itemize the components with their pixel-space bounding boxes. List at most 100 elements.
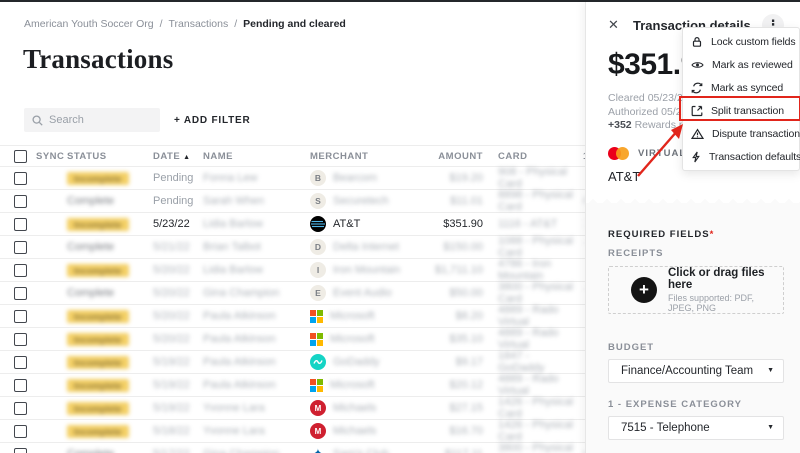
field-select-budget[interactable]: Finance/Accounting Team▼ bbox=[608, 359, 784, 383]
status-badge: Incomplete bbox=[67, 379, 129, 392]
search-box[interactable] bbox=[24, 108, 160, 132]
microsoft-logo-icon bbox=[310, 379, 323, 392]
amount-cell: $351.90 bbox=[405, 218, 483, 230]
table-row[interactable]: Incomplete5/19/22Yvonne LaraMMichaels$27… bbox=[0, 397, 585, 420]
table-row[interactable]: Complete5/21/22Brian TalbotDDelta Intern… bbox=[0, 236, 585, 259]
menu-eye-icon bbox=[691, 59, 704, 71]
row-checkbox[interactable] bbox=[14, 218, 27, 231]
column-header[interactable]: MERCHANT bbox=[310, 151, 405, 162]
menu-item-transaction-defaults[interactable]: Transaction defaults bbox=[683, 145, 799, 168]
row-checkbox-cell bbox=[14, 356, 36, 369]
table-row[interactable]: Incomplete5/19/22Paula AtkinsonGoDaddy$9… bbox=[0, 351, 585, 374]
menu-item-split-transaction[interactable]: Split transaction bbox=[683, 99, 799, 122]
card-cell: 4889 - Rado Virtual bbox=[498, 327, 577, 351]
column-header[interactable]: AMOUNT bbox=[405, 151, 483, 162]
close-icon[interactable]: ✕ bbox=[608, 17, 624, 33]
table-row[interactable]: Complete5/17/22Gina Champion✦Sam's Club$… bbox=[0, 443, 585, 453]
status-badge: Incomplete bbox=[67, 333, 129, 346]
row-checkbox-cell bbox=[14, 172, 36, 185]
field-select--expense-category[interactable]: 7515 - Telephone ▼ bbox=[608, 416, 784, 440]
row-checkbox[interactable] bbox=[14, 333, 27, 346]
card-cell: 3800 - Physical Card bbox=[498, 442, 577, 453]
column-header[interactable]: STATUS bbox=[67, 151, 153, 162]
michaels-logo-icon: M bbox=[310, 400, 326, 416]
table-row[interactable]: Incomplete5/20/22Paula AtkinsonMicrosoft… bbox=[0, 305, 585, 328]
table-row[interactable]: Incomplete5/20/22Paula AtkinsonMicrosoft… bbox=[0, 328, 585, 351]
column-header[interactable]: CARD bbox=[498, 151, 577, 162]
merchant-letter-avatar: E bbox=[310, 285, 326, 301]
table-row[interactable]: Incomplete5/18/22Yvonne LaraMMichaels$16… bbox=[0, 420, 585, 443]
header-checkbox-cell bbox=[14, 150, 36, 163]
select-all-checkbox[interactable] bbox=[14, 150, 27, 163]
menu-item-mark-as-synced[interactable]: Mark as synced bbox=[683, 76, 799, 99]
row-checkbox[interactable] bbox=[14, 287, 27, 300]
name-cell: Lidia Barlow bbox=[203, 264, 310, 276]
status-badge: Incomplete bbox=[67, 425, 129, 438]
row-checkbox[interactable] bbox=[14, 356, 27, 369]
upload-subtitle: Files supported: PDF, JPEG, PNG bbox=[668, 293, 773, 313]
name-cell: Gina Champion bbox=[203, 448, 310, 453]
breadcrumb-separator: / bbox=[234, 18, 237, 30]
search-input[interactable] bbox=[49, 114, 149, 126]
menu-lock-icon bbox=[691, 36, 703, 48]
row-checkbox-cell bbox=[14, 241, 36, 254]
table-row[interactable]: Incomplete5/19/22Paula AtkinsonMicrosoft… bbox=[0, 374, 585, 397]
menu-item-dispute-transaction[interactable]: Dispute transaction bbox=[683, 122, 799, 145]
column-header[interactable]: NAME bbox=[203, 151, 310, 162]
breadcrumb-item[interactable]: Transactions bbox=[169, 18, 229, 30]
merchant-letter-avatar: S bbox=[310, 193, 326, 209]
status-cell: Incomplete bbox=[67, 172, 153, 185]
row-checkbox[interactable] bbox=[14, 310, 27, 323]
breadcrumb-item[interactable]: American Youth Soccer Org bbox=[24, 18, 154, 30]
merchant-cell: EEvent Audio bbox=[310, 285, 405, 301]
table-row[interactable]: Incomplete5/23/22Lidia BarlowAT&T$351.90… bbox=[0, 213, 585, 236]
menu-item-label: Mark as reviewed bbox=[712, 59, 793, 71]
row-checkbox-cell bbox=[14, 448, 36, 453]
table-row[interactable]: Incomplete5/20/22Lidia BarlowIIron Mount… bbox=[0, 259, 585, 282]
table-row[interactable]: CompletePendingSarah WhenSSecuretech$11.… bbox=[0, 190, 585, 213]
date-cell: Pending bbox=[153, 172, 203, 184]
status-cell: Complete bbox=[67, 241, 153, 253]
add-filter-button[interactable]: + ADD FILTER bbox=[174, 115, 251, 126]
row-checkbox[interactable] bbox=[14, 264, 27, 277]
row-checkbox[interactable] bbox=[14, 241, 27, 254]
row-checkbox[interactable] bbox=[14, 448, 27, 453]
row-checkbox[interactable] bbox=[14, 402, 27, 415]
field-label: BUDGET bbox=[608, 342, 784, 353]
breadcrumb: American Youth Soccer Org/Transactions/P… bbox=[24, 18, 585, 30]
menu-item-lock-custom-fields[interactable]: Lock custom fields bbox=[683, 30, 799, 53]
row-checkbox[interactable] bbox=[14, 425, 27, 438]
status-badge: Incomplete bbox=[67, 172, 129, 185]
card-cell: 3800 - Physical Card bbox=[498, 281, 577, 305]
column-header[interactable]: DATE▲ bbox=[153, 151, 203, 162]
select-value: Finance/Accounting Team bbox=[621, 365, 753, 377]
status-badge: Incomplete bbox=[67, 402, 129, 415]
receipt-upload-dropzone[interactable]: + Click or drag files here Files support… bbox=[608, 266, 784, 314]
name-cell: Fonna Lew bbox=[203, 172, 310, 184]
menu-item-mark-as-reviewed[interactable]: Mark as reviewed bbox=[683, 53, 799, 76]
amount-cell: $1,711.10 bbox=[405, 264, 483, 276]
select-value: 7515 - Telephone bbox=[621, 422, 710, 434]
row-checkbox[interactable] bbox=[14, 379, 27, 392]
date-cell: 5/17/22 bbox=[153, 448, 203, 453]
status-badge: Incomplete bbox=[67, 218, 129, 231]
name-cell: Gina Champion bbox=[203, 287, 310, 299]
column-header[interactable]: SYNC bbox=[36, 151, 67, 162]
table-row[interactable]: IncompletePendingFonna LewBBearcom$19.20… bbox=[0, 167, 585, 190]
att-globe-icon bbox=[310, 216, 326, 232]
table-row[interactable]: Complete5/20/22Gina ChampionEEvent Audio… bbox=[0, 282, 585, 305]
status-cell: Incomplete bbox=[67, 402, 153, 415]
row-checkbox[interactable] bbox=[14, 195, 27, 208]
row-checkbox[interactable] bbox=[14, 172, 27, 185]
name-cell: Yvonne Lara bbox=[203, 425, 310, 437]
date-cell: 5/23/22 bbox=[153, 218, 203, 230]
name-cell: Paula Atkinson bbox=[203, 333, 310, 345]
date-cell: 5/20/22 bbox=[153, 310, 203, 322]
upload-title: Click or drag files here bbox=[668, 267, 773, 291]
name-cell: Lidia Barlow bbox=[203, 218, 310, 230]
chevron-down-icon: ▼ bbox=[767, 424, 774, 431]
amount-cell: $117.11 bbox=[405, 448, 483, 453]
card-cell: 1426 - Physical Card bbox=[498, 396, 577, 420]
status-cell: Complete bbox=[67, 448, 153, 453]
merchant-cell: ✦Sam's Club bbox=[310, 446, 405, 453]
